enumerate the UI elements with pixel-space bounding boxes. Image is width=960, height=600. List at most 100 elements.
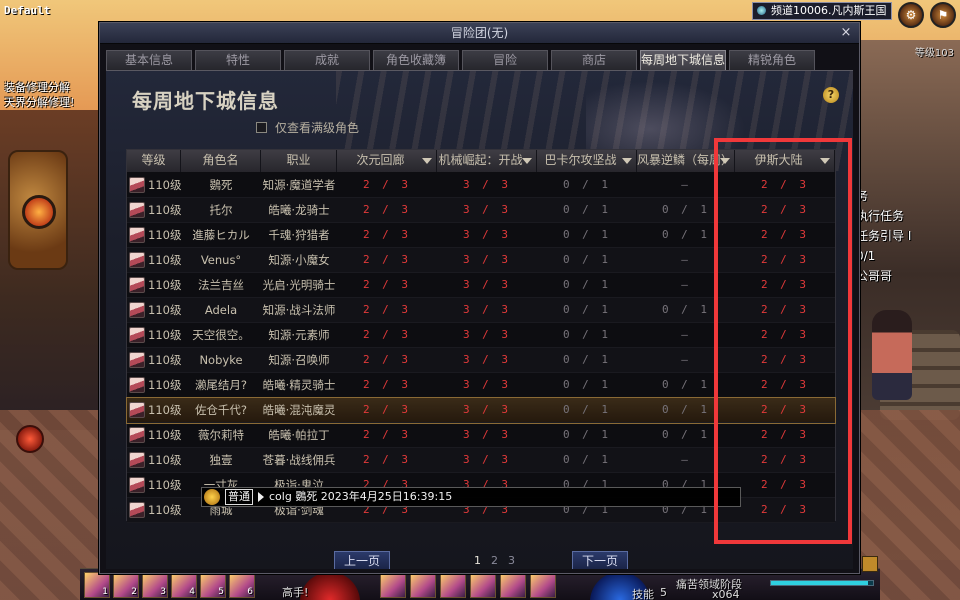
chat-arrow-icon — [258, 492, 264, 502]
column-header-dungeon-3[interactable]: 巴卡尔攻坚战 — [537, 150, 637, 172]
level-text: 110级 — [148, 203, 181, 217]
cell-dungeon-3: 0 / 1 — [562, 303, 612, 316]
cell-dungeon-4: – — [681, 353, 691, 366]
column-header-label: 机械崛起：开战 — [438, 153, 523, 167]
character-avatar-icon — [129, 502, 145, 518]
skill-slot[interactable]: 5 — [200, 572, 226, 598]
table-row[interactable]: 110级 佐仓千代? 皓曦·混沌魔灵 2 / 3 3 / 3 0 / 1 0 / 1 2 / … — [126, 397, 836, 424]
table-row[interactable]: 110级 進藤ヒカル 千魂·狩猎者 2 / 3 3 / 3 0 / 1 0 / 1 2 / 3 — [127, 223, 835, 248]
table-row[interactable]: 110级 Nobyke 知源·召唤师 2 / 3 3 / 3 0 / 1 – 2 / 3 — [127, 348, 835, 373]
quest-line: 执行任务 — [856, 209, 905, 223]
page-number[interactable]: 2 — [491, 554, 498, 567]
column-header-dungeon-1[interactable]: 次元回廊 — [337, 150, 437, 172]
settings-gear-icon[interactable]: ⚙ — [898, 2, 924, 28]
column-header-dungeon-4[interactable]: 风暴逆鳞（每周） — [637, 150, 735, 172]
table-row[interactable]: 110级 天空很空。 知源·元素师 2 / 3 3 / 3 0 / 1 – 2 / 3 — [127, 323, 835, 348]
pagination: 上一页 123 下一页 — [106, 551, 853, 569]
cell-level: 110级 — [127, 273, 181, 297]
boiler-fire-window — [22, 195, 56, 229]
skill-slot[interactable]: 6 — [229, 572, 255, 598]
skill-slot[interactable] — [500, 572, 526, 598]
cell-dungeon-1: 2 / 3 — [362, 453, 412, 466]
window-titlebar[interactable]: 冒险团(无) × — [100, 23, 859, 44]
skill-slot[interactable] — [530, 572, 556, 598]
skill-slot[interactable] — [380, 572, 406, 598]
cell-dungeon-5: 2 / 3 — [760, 178, 810, 191]
column-header-label: 伊斯大陆 — [754, 153, 803, 167]
cell-character-name: 法兰吉丝 — [198, 278, 244, 292]
sort-down-icon — [820, 158, 830, 164]
table-row[interactable]: 110级 鷃死 知源·魔道学者 2 / 3 3 / 3 0 / 1 – 2 / 3 — [127, 173, 835, 198]
cell-character-name: 独壹 — [209, 453, 233, 467]
quest-tracker[interactable]: 务 执行任务 任务引导 I 0/1 公哥哥 — [856, 186, 960, 286]
tab-shop[interactable]: 商店 — [551, 50, 637, 70]
cell-dungeon-1: 2 / 3 — [362, 303, 412, 316]
tab-weekly-dungeon-info[interactable]: 每周地下城信息 — [640, 50, 726, 71]
skill-slot[interactable] — [440, 572, 466, 598]
tab-traits[interactable]: 特性 — [195, 50, 281, 70]
chat-message-text: colg 鷃死 2023年4月25日16:39:15 — [269, 490, 453, 503]
chat-channel-label: 普通 — [225, 489, 253, 505]
character-avatar-icon — [129, 252, 145, 268]
character-avatar-icon — [129, 402, 145, 418]
cell-dungeon-3: 0 / 1 — [562, 253, 612, 266]
skill-slot[interactable]: 2 — [113, 572, 139, 598]
cell-dungeon-5: 2 / 3 — [760, 203, 810, 216]
expand-icon[interactable] — [862, 556, 878, 572]
cell-dungeon-4: 0 / 1 — [661, 228, 711, 241]
column-header-dungeon-5[interactable]: 伊斯大陆 — [735, 150, 835, 172]
page-number[interactable]: 1 — [474, 554, 481, 567]
tab-achievements[interactable]: 成就 — [284, 50, 370, 70]
player-character — [872, 310, 912, 400]
cell-character-name: 天空很空。 — [192, 328, 250, 342]
table-row[interactable]: 110级 独壹 苍暮·战线佣兵 2 / 3 3 / 3 0 / 1 – 2 / 3 — [127, 448, 835, 473]
cell-level: 110级 — [127, 323, 181, 347]
left-notice-item: 装备修理分解 — [4, 81, 70, 94]
window-title: 冒险团(无) — [450, 26, 509, 40]
skill-slot[interactable]: 1 — [84, 572, 110, 598]
red-emblem-icon[interactable] — [16, 425, 44, 453]
skill-slot[interactable]: 4 — [171, 572, 197, 598]
page-number-list: 123 — [474, 554, 515, 567]
tab-basic-info[interactable]: 基本信息 — [106, 50, 192, 70]
level-text: 110级 — [148, 228, 181, 242]
cell-dungeon-3: 0 / 1 — [562, 403, 612, 416]
max-level-checkbox[interactable] — [256, 122, 267, 133]
table-row[interactable]: 110级 濑尾结月? 皓曦·精灵骑士 2 / 3 3 / 3 0 / 1 0 / 1 2 / … — [127, 373, 835, 398]
skill-points-value: 5 — [660, 586, 667, 599]
max-level-filter[interactable]: 仅查看满级角色 — [256, 119, 359, 136]
page-number[interactable]: 3 — [508, 554, 515, 567]
tab-adventure[interactable]: 冒险 — [462, 50, 548, 70]
table-row[interactable]: 110级 Adela 知源·战斗法师 2 / 3 3 / 3 0 / 1 0 / 1 2 / … — [127, 298, 835, 323]
chat-message-row[interactable]: 普通 colg 鷃死 2023年4月25日16:39:15 — [201, 487, 741, 507]
skill-key-label: 3 — [160, 587, 166, 597]
close-icon[interactable]: × — [839, 26, 853, 40]
tab-character-collection[interactable]: 角色收藏簿 — [373, 50, 459, 70]
character-avatar-icon — [129, 352, 145, 368]
cell-dungeon-4: 0 / 1 — [661, 303, 711, 316]
cell-dungeon-2: 3 / 3 — [462, 203, 512, 216]
skill-key-label: 2 — [131, 587, 137, 597]
page-title: 每周地下城信息 — [132, 89, 279, 113]
cell-dungeon-5: 2 / 3 — [760, 503, 810, 516]
table-row[interactable]: 110级 托尔 皓曦·龙骑士 2 / 3 3 / 3 0 / 1 0 / 1 2 / 3 — [127, 198, 835, 223]
prev-page-button[interactable]: 上一页 — [334, 551, 390, 569]
cell-job: 知源·召唤师 — [268, 353, 330, 367]
skill-slot[interactable]: 3 — [142, 572, 168, 598]
table-row[interactable]: 110级 薇尔莉特 皓曦·帕拉丁 2 / 3 3 / 3 0 / 1 0 / 1 2 / 3 — [127, 423, 835, 448]
skill-slot[interactable] — [410, 572, 436, 598]
shop-icon[interactable]: ⚑ — [930, 2, 956, 28]
next-page-button[interactable]: 下一页 — [572, 551, 628, 569]
table-row[interactable]: 110级 Venus° 知源·小魔女 2 / 3 3 / 3 0 / 1 – 2 / 3 — [127, 248, 835, 273]
help-icon[interactable]: ? — [823, 87, 839, 103]
table-row[interactable]: 110级 法兰吉丝 光启·光明骑士 2 / 3 3 / 3 0 / 1 – 2 / 3 — [127, 273, 835, 298]
column-header-dungeon-2[interactable]: 机械崛起：开战 — [437, 150, 537, 172]
channel-indicator[interactable]: 频道10006.凡内斯王国 — [752, 2, 892, 20]
skill-key-label: 5 — [218, 587, 224, 597]
cell-dungeon-4: – — [681, 253, 691, 266]
cell-level: 110级 — [127, 498, 181, 522]
tab-elite-characters[interactable]: 精锐角色 — [729, 50, 815, 70]
skill-slot[interactable] — [470, 572, 496, 598]
cell-character-name: Adela — [204, 303, 238, 317]
column-header-name: 角色名 — [181, 150, 261, 172]
